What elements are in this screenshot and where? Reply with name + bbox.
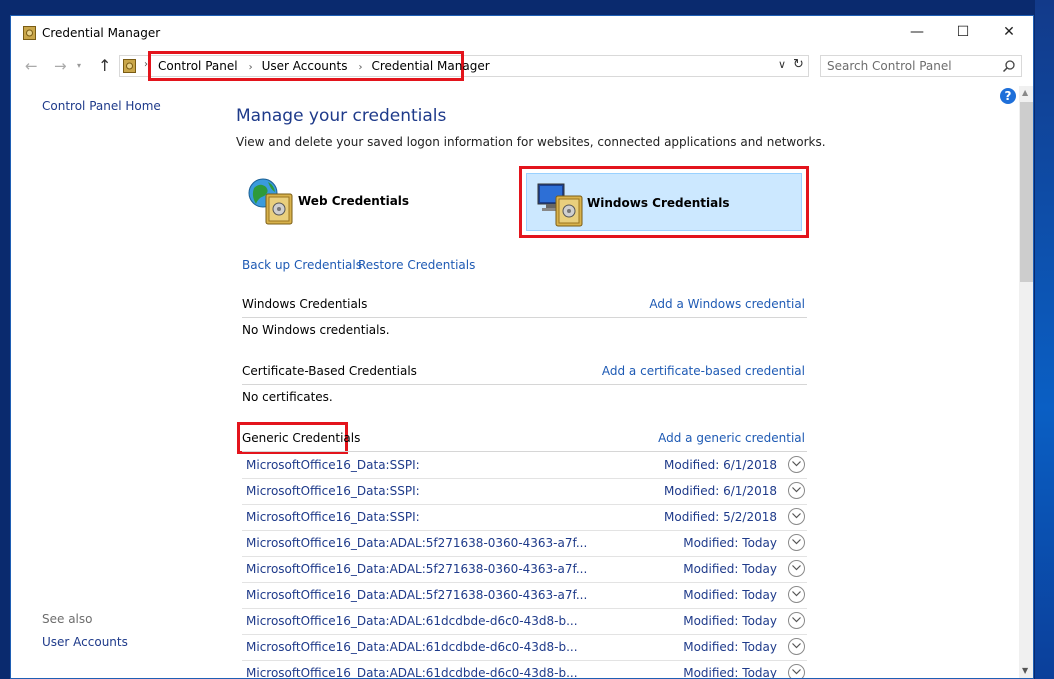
page-title: Manage your credentials bbox=[236, 106, 447, 126]
credential-name[interactable]: MicrosoftOffice16_Data:SSPI: bbox=[246, 484, 420, 498]
address-history-chevron-icon[interactable]: ∨ bbox=[778, 58, 786, 71]
refresh-icon[interactable]: ↻ bbox=[793, 57, 804, 72]
search-icon[interactable] bbox=[1002, 59, 1016, 73]
window-title: Credential Manager bbox=[42, 26, 161, 40]
help-icon[interactable]: ? bbox=[1000, 88, 1016, 104]
credential-modified: Modified: 6/1/2018 bbox=[664, 484, 777, 498]
credential-row[interactable]: MicrosoftOffice16_Data:ADAL:61dcdbde-d6c… bbox=[242, 661, 807, 679]
credential-modified: Modified: Today bbox=[683, 640, 777, 654]
left-pane: Control Panel Home See also User Account… bbox=[11, 86, 221, 678]
credential-row[interactable]: MicrosoftOffice16_Data:SSPI: Modified: 5/… bbox=[242, 505, 807, 531]
up-arrow-icon[interactable]: ↑ bbox=[98, 56, 111, 75]
breadcrumb-credential-manager[interactable]: Credential Manager bbox=[371, 59, 489, 73]
web-credentials-label: Web Credentials bbox=[298, 194, 410, 208]
minimize-button[interactable]: — bbox=[894, 16, 940, 48]
desktop-background bbox=[1035, 0, 1054, 679]
certificate-credentials-heading: Certificate-Based Credentials bbox=[242, 364, 417, 378]
breadcrumb-separator-icon[interactable]: › bbox=[249, 62, 253, 73]
windows-credentials-tile[interactable]: Windows Credentials bbox=[519, 166, 809, 238]
recent-locations-dropdown[interactable]: ▾ bbox=[77, 61, 81, 70]
windows-credentials-empty: No Windows credentials. bbox=[242, 323, 390, 337]
generic-credentials-heading: Generic Credentials bbox=[242, 431, 361, 445]
windows-credentials-heading: Windows Credentials bbox=[242, 297, 368, 311]
user-accounts-link[interactable]: User Accounts bbox=[42, 635, 128, 649]
monitor-vault-icon bbox=[537, 183, 583, 227]
expand-chevron-icon[interactable] bbox=[788, 534, 805, 551]
credential-manager-icon bbox=[123, 59, 136, 73]
search-input[interactable] bbox=[827, 59, 992, 73]
breadcrumb-user-accounts[interactable]: User Accounts bbox=[262, 59, 348, 73]
credential-row[interactable]: MicrosoftOffice16_Data:ADAL:5f271638-036… bbox=[242, 557, 807, 583]
credential-row[interactable]: MicrosoftOffice16_Data:SSPI: Modified: 6/… bbox=[242, 453, 807, 479]
credential-name[interactable]: MicrosoftOffice16_Data:SSPI: bbox=[246, 458, 420, 472]
address-bar-row: ← → ▾ ↑ › Control Panel › User Accounts › Cr… bbox=[11, 48, 1033, 86]
breadcrumb-control-panel[interactable]: Control Panel bbox=[158, 59, 238, 73]
scroll-up-arrow-icon[interactable]: ▲ bbox=[1022, 88, 1028, 97]
credential-name[interactable]: MicrosoftOffice16_Data:SSPI: bbox=[246, 510, 420, 524]
windows-credentials-selected-bg: Windows Credentials bbox=[526, 173, 802, 231]
see-also-label: See also bbox=[42, 612, 93, 626]
credential-name[interactable]: MicrosoftOffice16_Data:ADAL:61dcdbde-d6c… bbox=[246, 640, 578, 654]
search-box[interactable] bbox=[820, 55, 1022, 77]
credential-manager-window: Credential Manager — ☐ ✕ ← → ▾ ↑ › Contr… bbox=[10, 15, 1034, 679]
section-divider bbox=[242, 317, 807, 318]
scroll-thumb[interactable] bbox=[1020, 102, 1033, 282]
scroll-down-arrow-icon[interactable]: ▼ bbox=[1022, 666, 1028, 675]
expand-chevron-icon[interactable] bbox=[788, 508, 805, 525]
credential-modified: Modified: Today bbox=[683, 614, 777, 628]
credential-row[interactable]: MicrosoftOffice16_Data:ADAL:5f271638-036… bbox=[242, 583, 807, 609]
credential-modified: Modified: Today bbox=[683, 666, 777, 679]
credential-name[interactable]: MicrosoftOffice16_Data:ADAL:61dcdbde-d6c… bbox=[246, 666, 578, 678]
forward-arrow-icon[interactable]: → bbox=[54, 57, 67, 75]
credential-name[interactable]: MicrosoftOffice16_Data:ADAL:61dcdbde-d6c… bbox=[246, 614, 578, 628]
breadcrumb-separator-icon[interactable]: › bbox=[358, 62, 362, 73]
credential-modified: Modified: 5/2/2018 bbox=[664, 510, 777, 524]
expand-chevron-icon[interactable] bbox=[788, 482, 805, 499]
credential-row[interactable]: MicrosoftOffice16_Data:SSPI: Modified: 6/… bbox=[242, 479, 807, 505]
credential-name[interactable]: MicrosoftOffice16_Data:ADAL:5f271638-036… bbox=[246, 536, 587, 550]
expand-chevron-icon[interactable] bbox=[788, 560, 805, 577]
credential-modified: Modified: Today bbox=[683, 536, 777, 550]
web-credentials-tile[interactable]: Web Credentials bbox=[241, 171, 491, 235]
certificates-empty: No certificates. bbox=[242, 390, 333, 404]
vertical-scrollbar[interactable]: ▲ ▼ bbox=[1019, 86, 1033, 678]
back-arrow-icon[interactable]: ← bbox=[25, 57, 38, 75]
add-certificate-credential-link[interactable]: Add a certificate-based credential bbox=[602, 364, 805, 378]
credential-row[interactable]: MicrosoftOffice16_Data:ADAL:61dcdbde-d6c… bbox=[242, 635, 807, 661]
expand-chevron-icon[interactable] bbox=[788, 612, 805, 629]
breadcrumb: Control Panel › User Accounts › Credential M… bbox=[158, 59, 490, 73]
restore-credentials-link[interactable]: Restore Credentials bbox=[358, 258, 475, 272]
close-button[interactable]: ✕ bbox=[986, 16, 1032, 48]
credential-modified: Modified: Today bbox=[683, 562, 777, 576]
add-generic-credential-link[interactable]: Add a generic credential bbox=[658, 431, 805, 445]
title-bar: Credential Manager — ☐ ✕ bbox=[11, 16, 1033, 48]
credential-modified: Modified: Today bbox=[683, 588, 777, 602]
page-description: View and delete your saved logon informa… bbox=[236, 135, 826, 149]
credential-manager-icon bbox=[23, 26, 36, 40]
credential-name[interactable]: MicrosoftOffice16_Data:ADAL:5f271638-036… bbox=[246, 562, 587, 576]
credential-modified: Modified: 6/1/2018 bbox=[664, 458, 777, 472]
expand-chevron-icon[interactable] bbox=[788, 456, 805, 473]
backup-credentials-link[interactable]: Back up Credentials bbox=[242, 258, 362, 272]
maximize-button[interactable]: ☐ bbox=[940, 16, 986, 48]
section-divider bbox=[242, 384, 807, 385]
expand-chevron-icon[interactable] bbox=[788, 638, 805, 655]
credential-row[interactable]: MicrosoftOffice16_Data:ADAL:5f271638-036… bbox=[242, 531, 807, 557]
windows-credentials-label: Windows Credentials bbox=[587, 196, 730, 210]
add-windows-credential-link[interactable]: Add a Windows credential bbox=[649, 297, 805, 311]
section-divider bbox=[242, 451, 807, 452]
credential-name[interactable]: MicrosoftOffice16_Data:ADAL:5f271638-036… bbox=[246, 588, 587, 602]
control-panel-home-link[interactable]: Control Panel Home bbox=[42, 99, 161, 113]
expand-chevron-icon[interactable] bbox=[788, 586, 805, 603]
address-box[interactable]: › Control Panel › User Accounts › Credential… bbox=[119, 51, 809, 81]
expand-chevron-icon[interactable] bbox=[788, 664, 805, 678]
credential-row[interactable]: MicrosoftOffice16_Data:ADAL:61dcdbde-d6c… bbox=[242, 609, 807, 635]
globe-vault-icon bbox=[248, 178, 293, 225]
